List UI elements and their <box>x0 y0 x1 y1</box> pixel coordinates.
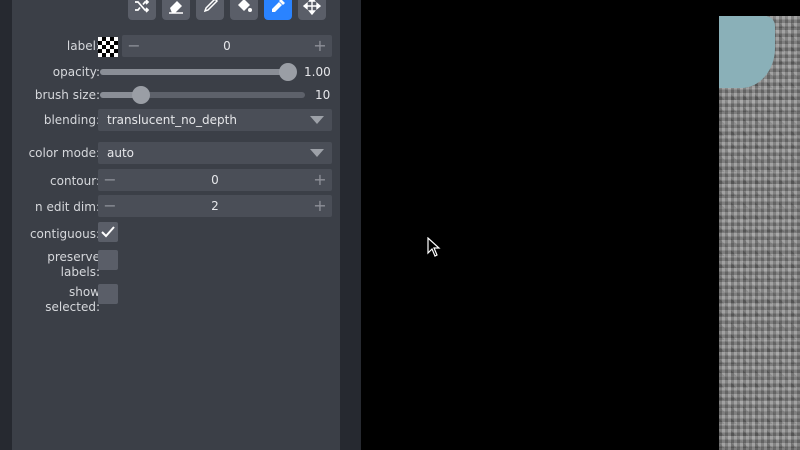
label-spinbox[interactable]: − 0 + <box>122 35 332 57</box>
n-edit-dim-value: 2 <box>211 199 219 213</box>
left-gutter <box>0 0 12 450</box>
brush-size-slider-handle[interactable] <box>132 86 150 104</box>
blending-label: blending: <box>43 113 100 127</box>
dock-splitter[interactable] <box>340 0 361 450</box>
label-value: 0 <box>223 39 231 53</box>
contour-spinbox[interactable]: − 0 + <box>98 169 332 191</box>
contiguous-row: contiguous: <box>12 221 340 245</box>
contiguous-label: contiguous: <box>29 227 100 241</box>
label-color-swatch[interactable] <box>98 37 118 57</box>
color-mode-dropdown[interactable]: auto <box>98 142 332 164</box>
viewer-canvas[interactable] <box>361 0 800 450</box>
dropdown-arrow-icon <box>310 116 324 124</box>
blending-value: translucent_no_depth <box>107 113 237 127</box>
label-row: label: − 0 + <box>12 34 340 58</box>
erase-button[interactable] <box>162 0 190 20</box>
opacity-slider[interactable] <box>100 63 297 81</box>
show-selected-checkbox[interactable] <box>98 284 118 304</box>
n-edit-dim-spinbox[interactable]: − 2 + <box>98 195 332 217</box>
tomogram-image <box>719 16 800 450</box>
pan-zoom-button[interactable] <box>298 0 326 20</box>
shuffle-colors-button[interactable] <box>128 0 156 20</box>
color-mode-label: color mode: <box>28 146 100 160</box>
mouse-cursor-icon <box>427 237 441 257</box>
contour-value: 0 <box>211 173 219 187</box>
show-selected-label-line2: selected: <box>45 300 100 314</box>
opacity-label: opacity: <box>52 65 100 79</box>
brush-size-label: brush size: <box>34 88 100 102</box>
show-selected-label: show selected: <box>45 285 100 315</box>
preserve-labels-checkbox[interactable] <box>98 250 118 270</box>
blending-dropdown[interactable]: translucent_no_depth <box>98 109 332 131</box>
preserve-labels-label: preserve labels: <box>47 250 100 280</box>
label-increment-button[interactable]: + <box>312 38 328 54</box>
checkmark-icon <box>101 226 115 238</box>
preserve-labels-label-line2: labels: <box>60 265 100 279</box>
pan-zoom-icon <box>303 0 321 15</box>
opacity-row: opacity: 1.00 <box>12 60 340 84</box>
layer-controls-panel: label: − 0 + opacity: 1.00 brush size: 1… <box>12 0 340 450</box>
color-mode-row: color mode: auto <box>12 141 340 165</box>
pick-button[interactable] <box>264 0 292 20</box>
n-edit-dim-label: n edit dim: <box>35 200 100 214</box>
preserve-labels-row: preserve labels: <box>12 248 340 280</box>
opacity-slider-fill <box>100 69 288 75</box>
show-selected-label-line1: show <box>68 285 100 299</box>
contour-label: contour: <box>50 174 100 188</box>
tool-toolbar <box>128 0 332 22</box>
blending-row: blending: translucent_no_depth <box>12 108 340 132</box>
contour-increment-button[interactable]: + <box>312 172 328 188</box>
opacity-value: 1.00 <box>304 65 331 79</box>
fill-button[interactable] <box>230 0 258 20</box>
brush-size-row: brush size: 10 <box>12 84 340 108</box>
preserve-labels-label-line1: preserve <box>47 250 100 264</box>
label-blob <box>719 16 775 88</box>
dropdown-arrow-icon <box>310 149 324 157</box>
color-picker-icon <box>272 0 285 12</box>
paintbrush-icon <box>203 0 219 13</box>
eraser-icon <box>169 1 183 14</box>
n-edit-dim-row: n edit dim: − 2 + <box>12 194 340 218</box>
shuffle-icon <box>135 0 150 13</box>
fill-bucket-icon <box>238 0 252 12</box>
show-selected-row: show selected: <box>12 283 340 315</box>
contour-row: contour: − 0 + <box>12 168 340 192</box>
color-mode-value: auto <box>107 146 135 160</box>
opacity-slider-handle[interactable] <box>279 63 297 81</box>
paint-button[interactable] <box>196 0 224 20</box>
brush-size-value: 10 <box>315 88 331 102</box>
contiguous-checkbox[interactable] <box>98 222 118 242</box>
brush-size-slider[interactable] <box>100 86 305 104</box>
label-label: label: <box>66 39 100 53</box>
n-edit-dim-increment-button[interactable]: + <box>312 198 328 214</box>
